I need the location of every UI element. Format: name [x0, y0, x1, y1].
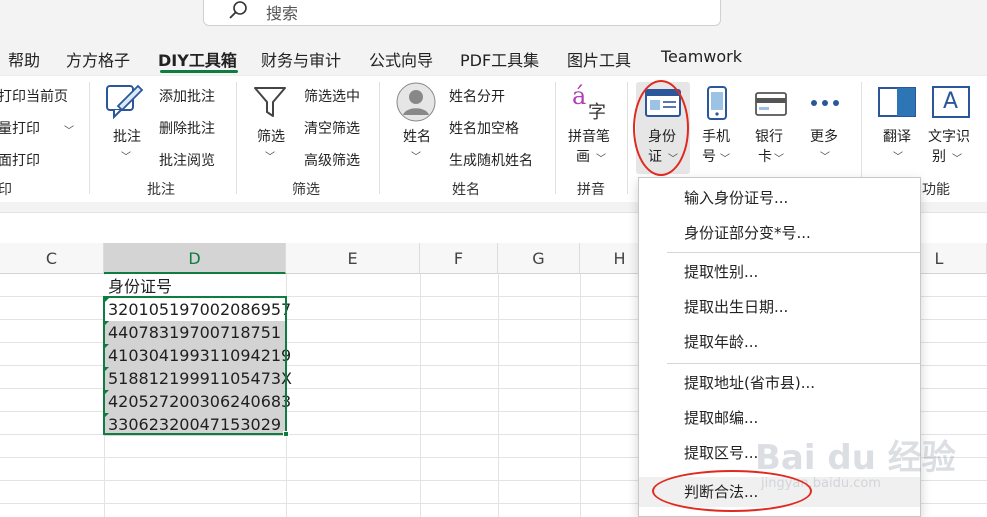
bank-card-icon [755, 92, 787, 116]
pinyin-stroke-button[interactable]: 拼音笔 [568, 126, 610, 146]
ribbon-tabs: 帮助 方方格子 DIY工具箱 财务与审计 公式向导 PDF工具集 图片工具 Te… [0, 38, 987, 76]
group-separator [379, 82, 380, 194]
name-button[interactable]: 姓名 [403, 126, 431, 146]
menu-item-input-id[interactable]: 输入身份证号... [639, 183, 920, 213]
column-header-c[interactable]: C [0, 243, 104, 274]
tab-teamwork[interactable]: Teamwork [661, 47, 742, 66]
group-label-print: 印 [0, 182, 12, 198]
fill-handle[interactable] [283, 431, 289, 437]
group-separator [555, 82, 556, 194]
chevron-down-icon[interactable]: ﹀ [596, 150, 606, 165]
column-header-e[interactable]: E [286, 243, 420, 274]
batch-print-button[interactable]: 量打印 [0, 118, 40, 138]
ocr-icon: A [932, 86, 970, 118]
search-placeholder: 搜索 [266, 4, 299, 23]
menu-item-mask-id[interactable]: 身份证部分变*号... [639, 218, 920, 248]
pinyin-zi-icon: 字 [588, 102, 606, 123]
column-header-f[interactable]: F [420, 243, 498, 274]
filter-button[interactable]: 筛选 [257, 126, 285, 146]
tab-finance-audit[interactable]: 财务与审计 [261, 47, 341, 71]
translate-icon [878, 87, 916, 117]
person-avatar-icon [396, 82, 436, 122]
filter-funnel-icon [254, 87, 286, 117]
ocr-button-line2[interactable]: 别 [932, 146, 946, 166]
search-icon [229, 1, 247, 19]
menu-item-extract-address[interactable]: 提取地址(省市县)... [639, 368, 920, 398]
column-header-g[interactable]: G [498, 243, 580, 274]
title-bar: 搜索 [0, 0, 987, 38]
tab-fangfanggezi[interactable]: 方方格子 [66, 47, 130, 71]
more-button[interactable]: 更多 [810, 126, 838, 146]
advanced-filter-button[interactable]: 高级筛选 [304, 150, 360, 170]
tab-diy-toolbox[interactable]: DIY工具箱 [158, 47, 237, 71]
chevron-down-icon[interactable]: ﹀ [121, 148, 131, 163]
split-name-button[interactable]: 姓名分开 [449, 86, 505, 106]
chevron-down-icon[interactable]: ﹀ [64, 122, 74, 137]
ocr-button[interactable]: 文字识 [928, 126, 970, 146]
group-separator [236, 82, 237, 194]
random-name-button[interactable]: 生成随机姓名 [449, 150, 533, 170]
chevron-down-icon[interactable]: ﹀ [720, 150, 730, 165]
menu-item-extract-gender[interactable]: 提取性别... [639, 257, 920, 287]
menu-item-extract-age[interactable]: 提取年龄... [639, 327, 920, 357]
pinyin-a-icon: á [572, 82, 587, 110]
column-header-d[interactable]: D [104, 243, 286, 274]
chevron-down-icon[interactable]: ﹀ [952, 150, 962, 165]
ocr-letter: A [943, 89, 959, 114]
print-current-page-button[interactable]: 打印当前页 [0, 86, 68, 106]
duplex-print-button[interactable]: 面打印 [0, 150, 40, 170]
comment-pen-icon [106, 84, 144, 120]
chevron-down-icon[interactable]: ﹀ [893, 148, 903, 163]
cell-d-header[interactable]: 身份证号 [104, 275, 286, 298]
filter-selected-button[interactable]: 筛选选中 [304, 86, 360, 106]
annotation-button[interactable]: 批注 [113, 126, 141, 146]
group-label-name: 姓名 [452, 182, 480, 198]
bank-card-button-line2[interactable]: 卡 [758, 146, 772, 166]
bank-card-button[interactable]: 银行 [755, 126, 783, 146]
delete-annotation-button[interactable]: 删除批注 [159, 118, 215, 138]
menu-item-extract-birthdate[interactable]: 提取出生日期... [639, 292, 920, 322]
search-box[interactable]: 搜索 [203, 0, 721, 26]
chevron-down-icon[interactable]: ﹀ [265, 148, 275, 163]
group-label-filter: 筛选 [292, 182, 320, 198]
menu-separator [667, 252, 920, 253]
tab-help[interactable]: 帮助 [8, 47, 40, 71]
group-separator [627, 82, 628, 194]
more-dots-icon [811, 100, 839, 106]
phone-number-button-line2[interactable]: 号 [702, 146, 716, 166]
tab-pdf-tools[interactable]: PDF工具集 [460, 47, 539, 71]
phone-number-button[interactable]: 手机 [702, 126, 730, 146]
annotation-circle-idcard [633, 80, 689, 176]
mobile-phone-icon [707, 86, 727, 120]
active-tab-indicator [160, 70, 238, 73]
pinyin-stroke-button-line2[interactable]: 画 [576, 146, 590, 166]
clear-filter-button[interactable]: 清空筛选 [304, 118, 360, 138]
group-separator [89, 82, 90, 194]
menu-separator [667, 363, 920, 364]
tab-image-tools[interactable]: 图片工具 [567, 47, 631, 71]
name-add-space-button[interactable]: 姓名加空格 [449, 118, 519, 138]
watermark-main: Bai du 经验 [755, 438, 956, 478]
menu-item-extract-zipcode[interactable]: 提取邮编... [639, 403, 920, 433]
translate-button[interactable]: 翻译 [883, 126, 911, 146]
group-label-annotation: 批注 [147, 182, 175, 198]
group-label-pinyin: 拼音 [577, 182, 605, 198]
annotation-circle-validate [652, 470, 812, 512]
selection-border [103, 296, 287, 435]
add-annotation-button[interactable]: 添加批注 [159, 86, 215, 106]
view-annotation-button[interactable]: 批注阅览 [159, 150, 215, 170]
tab-formula-wizard[interactable]: 公式向导 [369, 47, 433, 71]
group-label-functions: 功能 [922, 182, 950, 198]
chevron-down-icon[interactable]: ﹀ [774, 150, 784, 165]
chevron-down-icon[interactable]: ﹀ [820, 148, 830, 163]
chevron-down-icon[interactable]: ﹀ [411, 148, 421, 163]
